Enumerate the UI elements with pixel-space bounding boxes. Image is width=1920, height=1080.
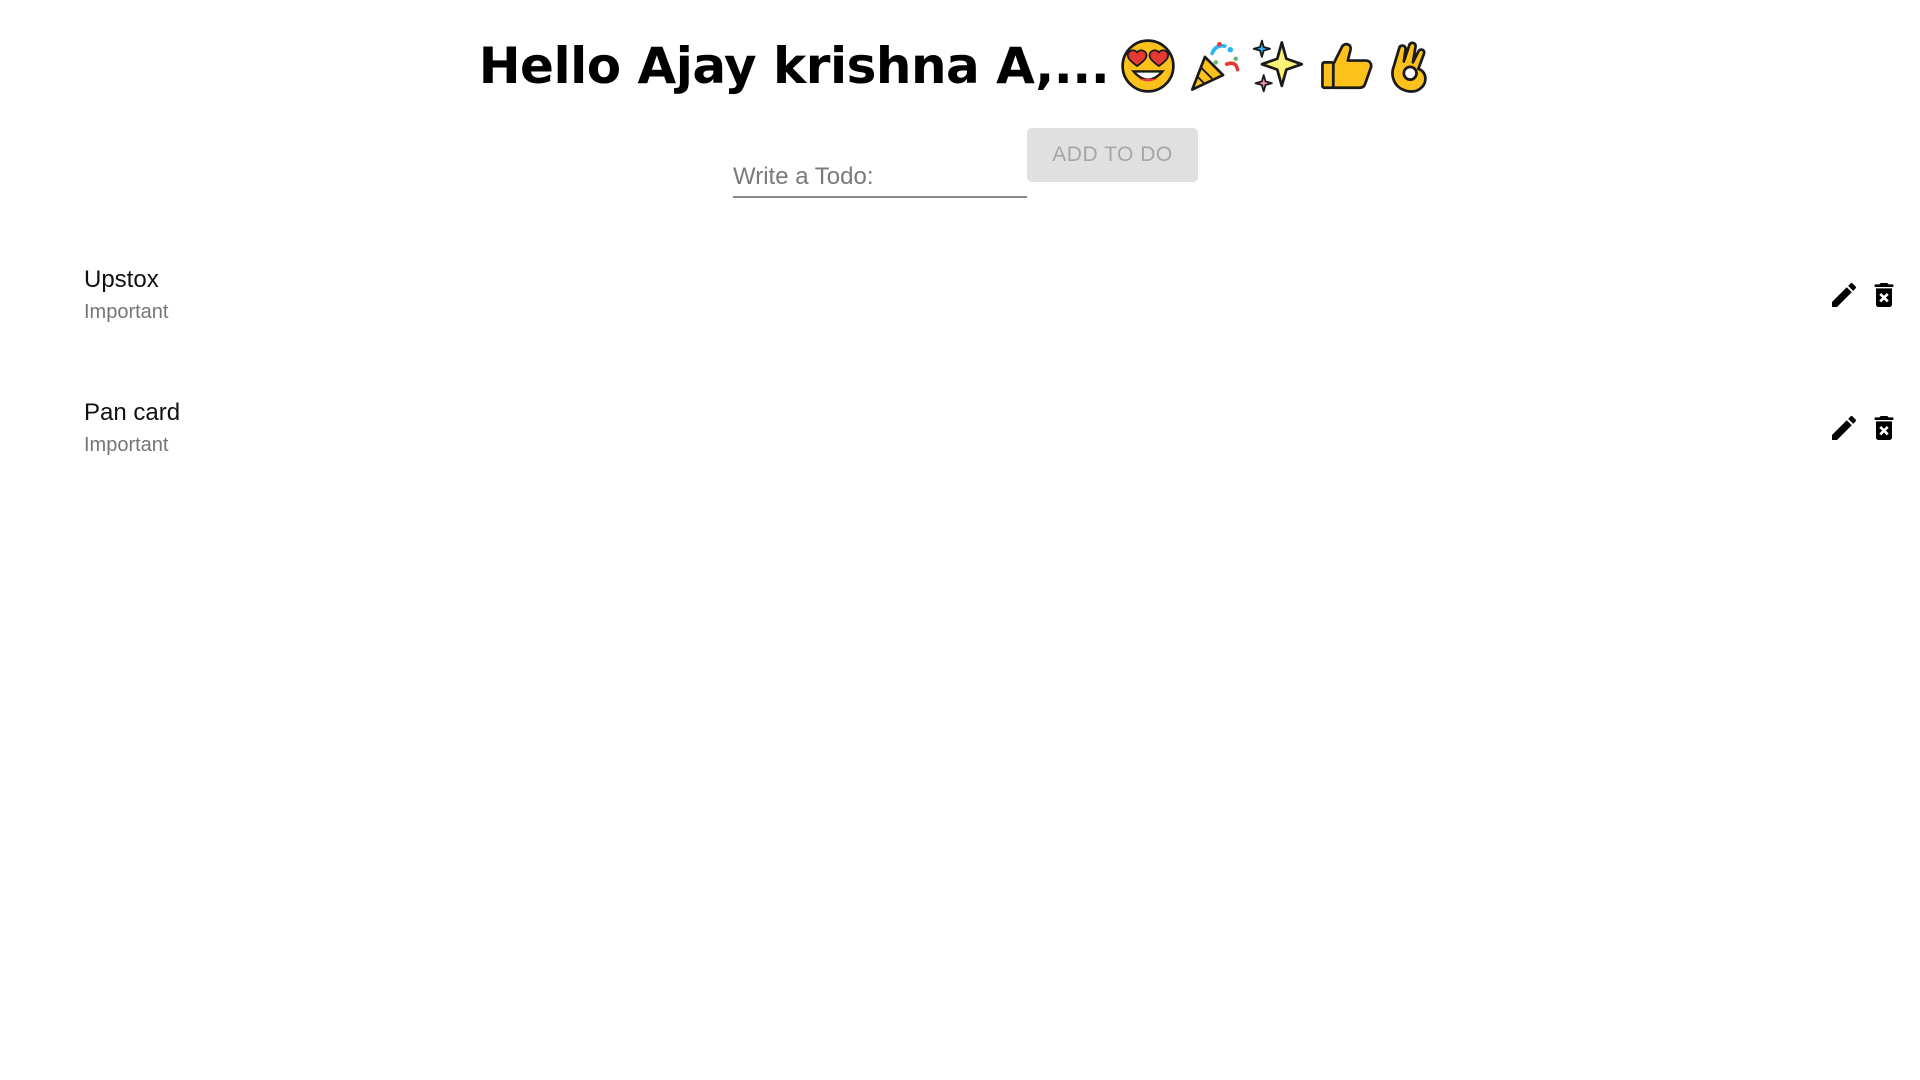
todo-form: ADD TO DO: [733, 128, 1198, 200]
todo-title: Upstox: [84, 266, 159, 293]
todo-app: Hello Ajay krishna A,... Write a Todo: A…: [0, 0, 1920, 1080]
delete-forever-icon: [1874, 416, 1894, 440]
pencil-icon: [1832, 415, 1857, 440]
todo-item: Pan card Important: [0, 388, 1920, 521]
heart-eyes-face-icon: [1121, 39, 1176, 93]
thumbs-up-icon: [1321, 42, 1373, 90]
todo-title: Pan card: [84, 399, 181, 426]
todo-list: Upstox Important Pan card Important: [0, 255, 1920, 521]
todo-actions: [1828, 277, 1900, 313]
pencil-icon: [1832, 282, 1857, 307]
delete-button[interactable]: [1868, 277, 1900, 313]
todo-item: Upstox Important: [0, 255, 1920, 388]
delete-button[interactable]: [1868, 410, 1900, 446]
edit-button[interactable]: [1828, 277, 1860, 313]
todo-actions: [1828, 410, 1900, 446]
todo-tag: Important: [84, 434, 169, 456]
todo-input-wrapper: [733, 128, 1027, 200]
todo-tag: Important: [84, 301, 169, 323]
add-todo-button[interactable]: ADD TO DO: [1027, 128, 1198, 182]
greeting-heading: Hello Ajay krishna A,...: [0, 34, 1920, 98]
ok-hand-icon: [1391, 41, 1428, 93]
edit-button[interactable]: [1828, 410, 1860, 446]
party-popper-icon: [1191, 41, 1240, 91]
todo-text: Upstox Important: [84, 263, 168, 327]
emoji-row: [1119, 37, 1441, 95]
greeting-text: Hello Ajay krishna A,...: [478, 37, 1110, 95]
sparkles-icon: [1253, 39, 1304, 93]
delete-forever-icon: [1874, 283, 1894, 307]
todo-input[interactable]: [733, 158, 1027, 198]
todo-text: Pan card Important: [84, 396, 180, 460]
